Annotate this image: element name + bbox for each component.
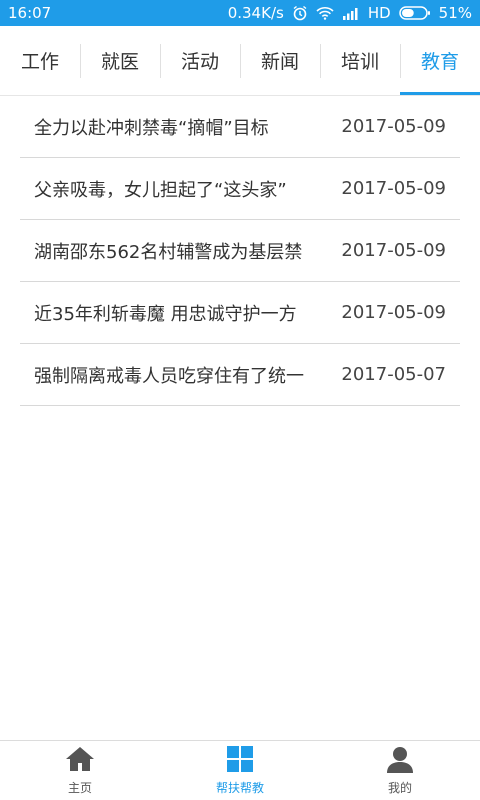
tab-label: 培训: [340, 51, 379, 73]
article-date: 2017-05-09: [341, 116, 446, 137]
tab-news[interactable]: 新闻: [240, 26, 320, 95]
alarm-icon: [292, 5, 308, 21]
battery-percent: 51%: [438, 4, 472, 22]
article-title: 湖南邵东562名村辅警成为基层禁: [34, 241, 303, 263]
list-item[interactable]: 湖南邵东562名村辅警成为基层禁 2017-05-09: [20, 220, 460, 282]
status-time: 16:07: [8, 4, 52, 22]
grid-icon: [226, 745, 254, 777]
article-title: 强制隔离戒毒人员吃穿住有了统一: [34, 365, 304, 387]
person-icon: [386, 745, 414, 777]
tab-label: 就医: [100, 51, 139, 73]
bottom-navigation: 主页 帮扶帮教 我的: [0, 740, 480, 800]
article-date: 2017-05-09: [341, 302, 446, 323]
nav-label: 主页: [67, 781, 92, 795]
list-item[interactable]: 父亲吸毒，女儿担起了“这头家” 2017-05-09: [20, 158, 460, 220]
article-date: 2017-05-07: [341, 364, 446, 385]
nav-home[interactable]: 主页: [0, 741, 160, 800]
tab-work[interactable]: 工作: [0, 26, 80, 95]
home-icon: [64, 745, 96, 777]
battery-icon: [398, 6, 431, 20]
tab-label: 教育: [420, 51, 459, 73]
nav-assistance[interactable]: 帮扶帮教: [160, 741, 320, 800]
list-item[interactable]: 强制隔离戒毒人员吃穿住有了统一 2017-05-07: [20, 344, 460, 406]
signal-icon: [342, 6, 360, 20]
article-list: 全力以赴冲刺禁毒“摘帽”目标 2017-05-09 父亲吸毒，女儿担起了“这头家…: [20, 96, 460, 406]
tab-label: 新闻: [260, 51, 299, 73]
article-title: 近35年利斩毒魔 用忠诚守护一方: [34, 303, 297, 325]
tab-training[interactable]: 培训: [320, 26, 400, 95]
wifi-icon: [316, 6, 334, 20]
nav-label: 我的: [387, 781, 412, 795]
tab-label: 活动: [180, 51, 219, 73]
nav-label: 帮扶帮教: [215, 781, 264, 795]
article-date: 2017-05-09: [341, 178, 446, 199]
article-title: 全力以赴冲刺禁毒“摘帽”目标: [34, 117, 269, 139]
hd-indicator: HD: [367, 4, 391, 22]
tab-activities[interactable]: 活动: [160, 26, 240, 95]
tab-label: 工作: [20, 51, 59, 73]
article-date: 2017-05-09: [341, 240, 446, 261]
status-indicators: 0.34K/s HD 51%: [228, 4, 472, 22]
net-speed: 0.34K/s: [227, 4, 284, 22]
nav-me[interactable]: 我的: [320, 741, 480, 800]
category-tabs: 工作 就医 活动 新闻 培训 教育: [0, 26, 480, 96]
article-title: 父亲吸毒，女儿担起了“这头家”: [34, 179, 287, 201]
list-item[interactable]: 全力以赴冲刺禁毒“摘帽”目标 2017-05-09: [20, 96, 460, 158]
status-bar: 16:07 0.34K/s HD 51%: [0, 0, 480, 26]
tab-education[interactable]: 教育: [400, 26, 480, 95]
tab-medical[interactable]: 就医: [80, 26, 160, 95]
list-item[interactable]: 近35年利斩毒魔 用忠诚守护一方 2017-05-09: [20, 282, 460, 344]
